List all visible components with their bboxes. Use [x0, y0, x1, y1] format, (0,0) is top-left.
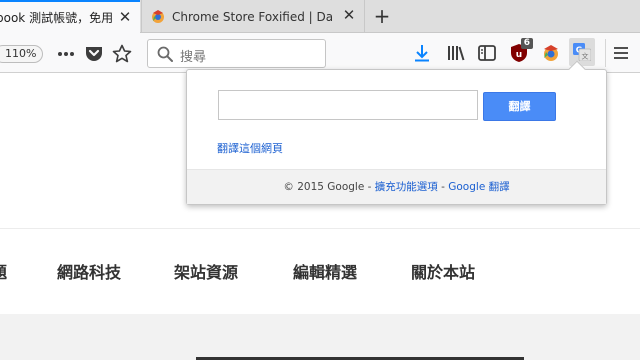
close-tab-icon[interactable]: ✕	[342, 8, 356, 23]
search-placeholder: 搜尋	[180, 50, 207, 65]
zoom-level-button[interactable]: 110%	[0, 45, 44, 63]
nav-item-partial[interactable]: 題	[0, 259, 7, 283]
google-translate-extension-icon[interactable]: G文	[569, 38, 595, 66]
search-icon	[157, 46, 173, 66]
tab-title: Chrome Store Foxified | Dashbo	[172, 9, 332, 24]
content-band	[0, 314, 640, 360]
more-actions-icon[interactable]	[56, 44, 76, 64]
translate-text-input[interactable]	[218, 90, 478, 120]
nav-item-tech[interactable]: 網路科技	[57, 259, 121, 283]
translate-button[interactable]: 翻譯	[483, 92, 556, 121]
extension-options-link[interactable]: 擴充功能選項	[375, 181, 438, 193]
toolbar-separator	[605, 39, 606, 67]
nav-item-about[interactable]: 關於本站	[411, 259, 475, 283]
google-translate-link[interactable]: Google 翻譯	[448, 181, 509, 193]
copyright-text: © 2015 Google	[283, 181, 365, 193]
navigation-toolbar: 110% 搜尋 u 6 G文	[0, 33, 640, 73]
sidebar-icon[interactable]	[477, 43, 497, 63]
new-tab-button[interactable]: +	[372, 6, 392, 26]
tab-strip: book 測試帳號，免用ш ✕ Chrome Store Foxified | …	[0, 0, 640, 33]
chrome-store-foxified-favicon-icon	[150, 8, 166, 24]
svg-text:文: 文	[582, 52, 589, 61]
footer-separator: -	[364, 181, 375, 193]
nav-divider	[0, 228, 640, 229]
pocket-icon[interactable]	[84, 43, 104, 63]
search-input[interactable]: 搜尋	[147, 39, 326, 68]
nav-item-site-resources[interactable]: 架站資源	[174, 259, 238, 283]
menu-icon[interactable]	[612, 43, 630, 63]
google-translate-popup: 翻譯 翻譯這個網頁 © 2015 Google - 擴充功能選項 - Googl…	[186, 60, 607, 205]
downloads-icon[interactable]	[412, 43, 432, 63]
translate-page-link[interactable]: 翻譯這個網頁	[217, 140, 283, 156]
ublock-origin-icon[interactable]: u 6	[508, 38, 533, 65]
nav-item-editor-picks[interactable]: 編輯精選	[293, 259, 357, 283]
close-tab-icon[interactable]: ✕	[118, 10, 132, 25]
tab-chrome-store-foxified[interactable]: Chrome Store Foxified | Dashbo ✕	[141, 0, 365, 33]
svg-text:u: u	[516, 50, 522, 60]
tab-title: book 測試帳號，免用ш	[0, 11, 113, 25]
footer-separator: -	[437, 181, 449, 193]
bookmark-star-icon[interactable]	[111, 42, 133, 64]
ublock-badge: 6	[520, 38, 533, 49]
tab-active[interactable]: book 測試帳號，免用ш ✕	[0, 0, 140, 33]
library-icon[interactable]	[446, 43, 466, 63]
chrome-store-foxified-icon[interactable]	[540, 42, 562, 64]
popup-footer: © 2015 Google - 擴充功能選項 - Google 翻譯	[187, 169, 606, 204]
